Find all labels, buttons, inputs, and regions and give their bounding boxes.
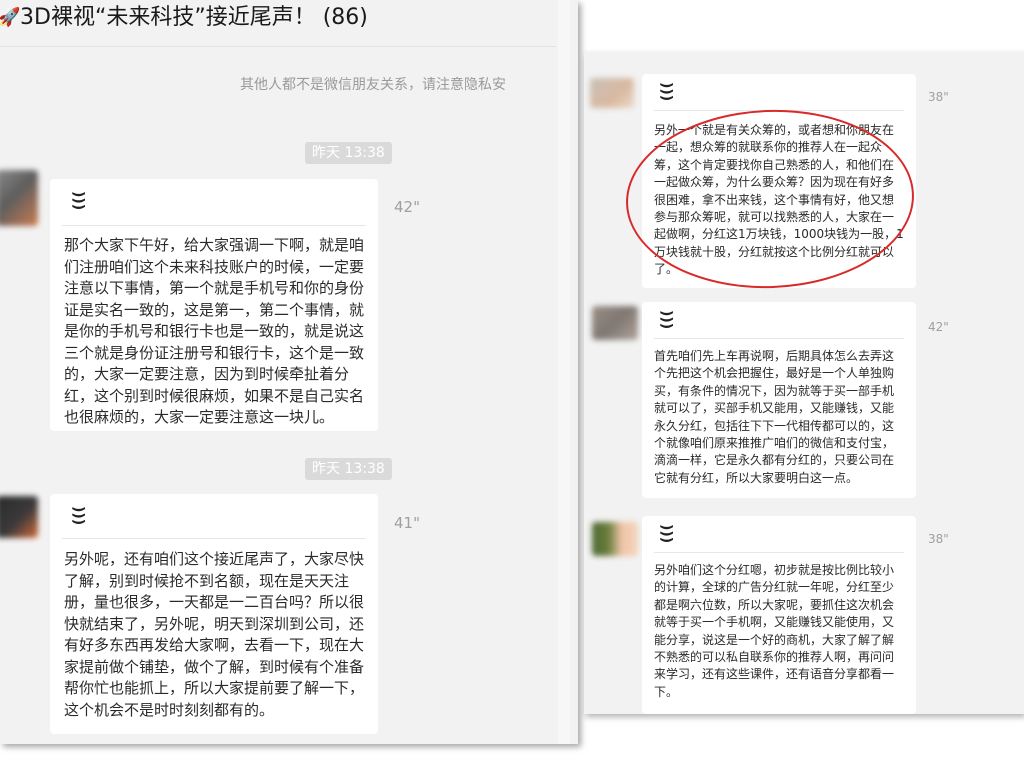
voice-message-bubble[interactable]: ))) 另外呢，还有咱们这个接近尾声了，大家尽快了解，别到时候抢不到名额，现在是… (50, 494, 378, 734)
message-transcript: 首先咱们先上车再说啊，后期具体怎么去弄这个先把这个机会把握住，最好是一个人单独购… (654, 349, 895, 485)
voice-duration: 38" (928, 90, 949, 104)
chat-title: 3D裸视“未来科技”接近尾声！ (86) (20, 5, 368, 30)
avatar[interactable] (592, 306, 638, 340)
voice-wave-icon: ))) (658, 310, 674, 330)
timestamp: 昨天 13:38 (305, 142, 392, 164)
avatar[interactable] (592, 522, 638, 556)
voice-duration: 41" (394, 514, 420, 532)
avatar[interactable] (590, 78, 634, 108)
voice-duration: 38" (928, 532, 949, 546)
voice-wave-icon: ))) (658, 82, 674, 102)
timestamp: 昨天 13:38 (305, 458, 392, 480)
voice-wave-icon: ))) (70, 191, 86, 211)
avatar[interactable] (0, 496, 38, 538)
message-transcript: 那个大家下午好，给大家强调一下啊，就是咱们注册咱们这个未来科技账户的时候，一定要… (64, 236, 365, 426)
voice-message-bubble[interactable]: ))) 另外咱们这个分红嗯，初步就是按比例比较小的计算，全球的广告分红就一年呢，… (642, 516, 916, 714)
voice-wave-icon: ))) (70, 506, 86, 526)
scrollbar[interactable] (558, 0, 570, 744)
chat-header: 🚀 3D裸视“未来科技”接近尾声！ (86) (0, 0, 556, 47)
left-chat-screenshot: 🚀 3D裸视“未来科技”接近尾声！ (86) 其他人都不是微信朋友关系，请注意隐… (0, 0, 578, 744)
voice-duration: 42" (394, 198, 420, 216)
voice-message-bubble[interactable]: ))) 那个大家下午好，给大家强调一下啊，就是咱们注册咱们这个未来科技账户的时候… (50, 179, 378, 431)
avatar[interactable] (0, 170, 38, 226)
message-transcript: 另外咱们这个分红嗯，初步就是按比例比较小的计算，全球的广告分红就一年呢，分红至少… (654, 563, 895, 699)
message-transcript: 另外呢，还有咱们这个接近尾声了，大家尽快了解，别到时候抢不到名额，现在是天天注册… (64, 550, 365, 719)
voice-wave-icon: ))) (658, 524, 674, 544)
privacy-notice: 其他人都不是微信朋友关系，请注意隐私安 (240, 77, 506, 93)
voice-message-bubble[interactable]: ))) 首先咱们先上车再说啊，后期具体怎么去弄这个先把这个机会把握住，最好是一个… (642, 302, 916, 498)
voice-duration: 42" (928, 320, 949, 334)
rocket-icon: 🚀 (0, 7, 21, 28)
